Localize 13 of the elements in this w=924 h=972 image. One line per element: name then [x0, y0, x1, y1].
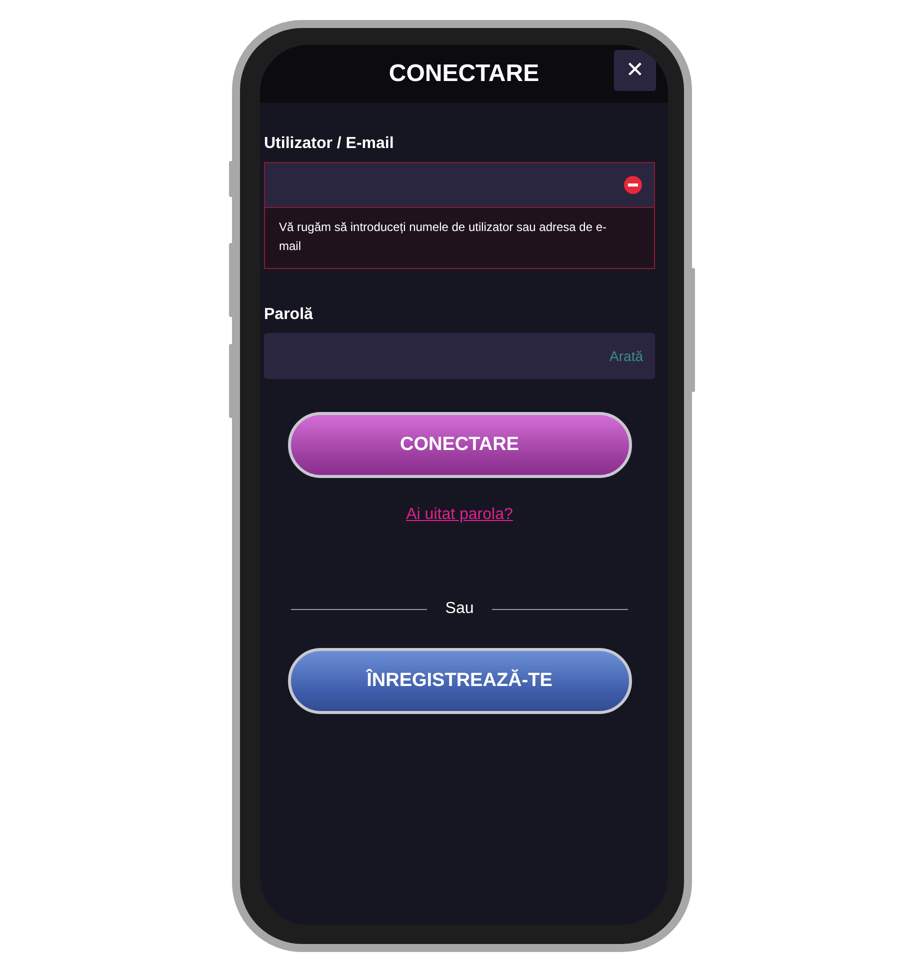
show-password-button[interactable]: Arată — [610, 348, 643, 364]
register-button[interactable]: ÎNREGISTREAZĂ-TE — [288, 648, 632, 714]
field-label: Utilizator / E-mail — [264, 135, 395, 153]
forgot-password-link[interactable]: Ai uitat parola? — [406, 506, 513, 524]
dialog-title: CONECTARE — [388, 60, 540, 88]
divider-text: Sau — [445, 600, 474, 618]
login-button[interactable]: CONECTARE — [288, 412, 632, 478]
password-field[interactable]: Arată — [264, 333, 655, 379]
username-field[interactable] — [264, 162, 655, 208]
field-label: Parolă — [264, 306, 314, 324]
error-icon — [624, 176, 642, 194]
error-message: Vă rugăm să introduceți numele de utilizator sau adresa de e-mail — [264, 208, 655, 269]
close-button[interactable]: ✕ — [614, 50, 656, 91]
